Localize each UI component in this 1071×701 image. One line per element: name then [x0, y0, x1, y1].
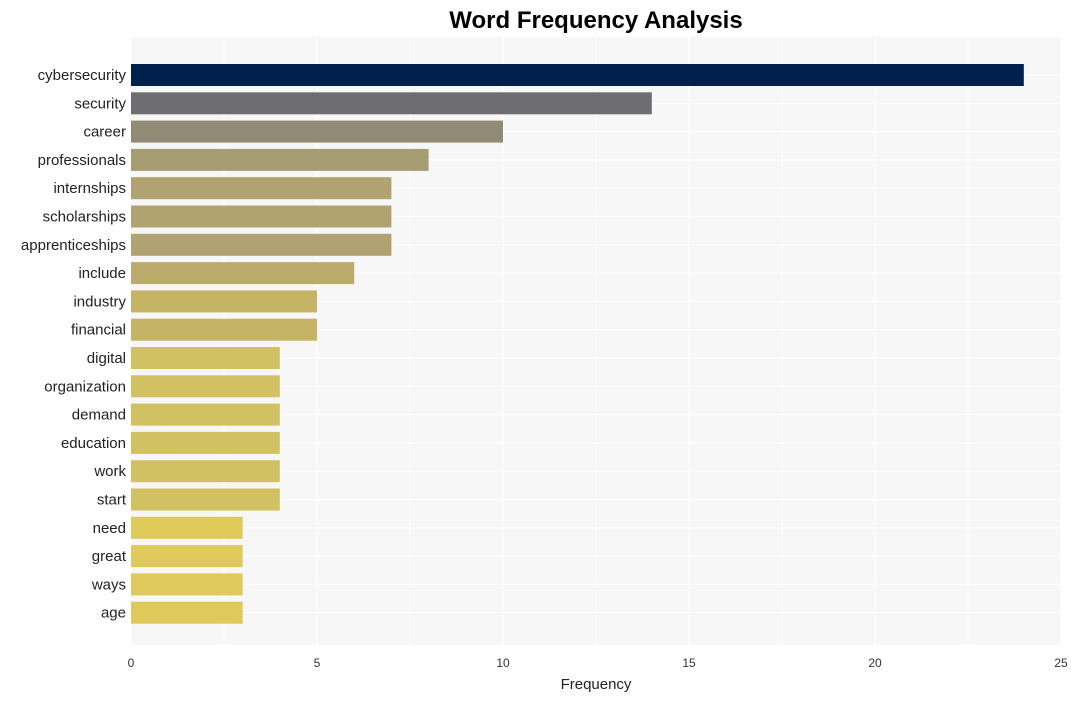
y-tick-label: include — [78, 265, 126, 282]
y-axis-labels: cybersecurity security career professionals… — [21, 67, 127, 622]
y-tick-label: apprenticeships — [21, 237, 126, 254]
word-frequency-chart: Word Frequency Analysis cybersecurity sec… — [21, 7, 1068, 693]
bar-need — [131, 516, 243, 539]
y-tick-label: security — [74, 95, 126, 112]
bar-include — [131, 262, 355, 285]
y-tick-label: need — [93, 520, 126, 537]
bar-ways — [131, 573, 243, 596]
y-tick-label: great — [92, 548, 127, 565]
bar-internships — [131, 177, 392, 200]
bar-education — [131, 431, 280, 454]
y-tick-label: ways — [91, 576, 126, 593]
x-tick-label: 10 — [496, 656, 510, 670]
bar-work — [131, 460, 280, 483]
chart-title: Word Frequency Analysis — [449, 7, 742, 34]
y-tick-label: professionals — [38, 152, 126, 169]
bar-professionals — [131, 148, 429, 171]
bar-digital — [131, 347, 280, 369]
bar-scholarships — [131, 205, 392, 228]
y-tick-label: career — [83, 124, 126, 141]
y-tick-label: demand — [72, 407, 126, 424]
bar-great — [131, 545, 243, 568]
bar-age — [131, 601, 243, 624]
y-tick-label: education — [61, 435, 126, 452]
y-tick-label: internships — [53, 180, 126, 197]
x-tick-label: 5 — [314, 656, 321, 670]
y-tick-label: digital — [87, 350, 126, 367]
y-tick-label: start — [97, 492, 127, 509]
bar-security — [131, 92, 652, 115]
y-tick-label: cybersecurity — [38, 67, 127, 84]
y-tick-label: industry — [73, 293, 126, 310]
x-tick-label: 15 — [682, 656, 696, 670]
y-tick-label: financial — [71, 322, 126, 339]
bar-financial — [131, 318, 317, 341]
bar-cybersecurity — [131, 64, 1024, 86]
y-tick-label: work — [93, 463, 126, 480]
y-tick-label: age — [101, 605, 126, 622]
bar-apprenticeships — [131, 233, 392, 256]
bar-organization — [131, 375, 280, 398]
x-tick-label: 25 — [1054, 656, 1068, 670]
x-tick-label: 0 — [128, 656, 135, 670]
x-axis-ticks: 0 5 10 15 20 25 — [128, 656, 1068, 670]
bar-start — [131, 488, 280, 511]
bar-industry — [131, 290, 317, 313]
x-tick-label: 20 — [868, 656, 882, 670]
bar-demand — [131, 403, 280, 426]
y-tick-label: organization — [44, 378, 126, 395]
bar-career — [131, 120, 503, 143]
x-axis-label: Frequency — [561, 676, 632, 693]
y-tick-label: scholarships — [43, 209, 126, 226]
